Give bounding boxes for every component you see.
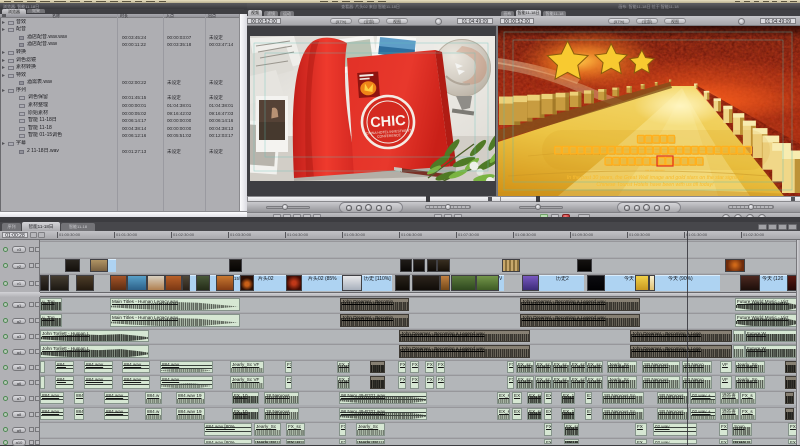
svg-text:*** *** ********: *** *** ******** — [645, 169, 665, 173]
svg-text:Chinese Tourist Hotels have be: Chinese Tourist Hotels have been with us… — [596, 182, 714, 188]
svg-text:In the past 30 years, the Grea: In the past 30 years, the Great Wall ima… — [567, 175, 744, 181]
